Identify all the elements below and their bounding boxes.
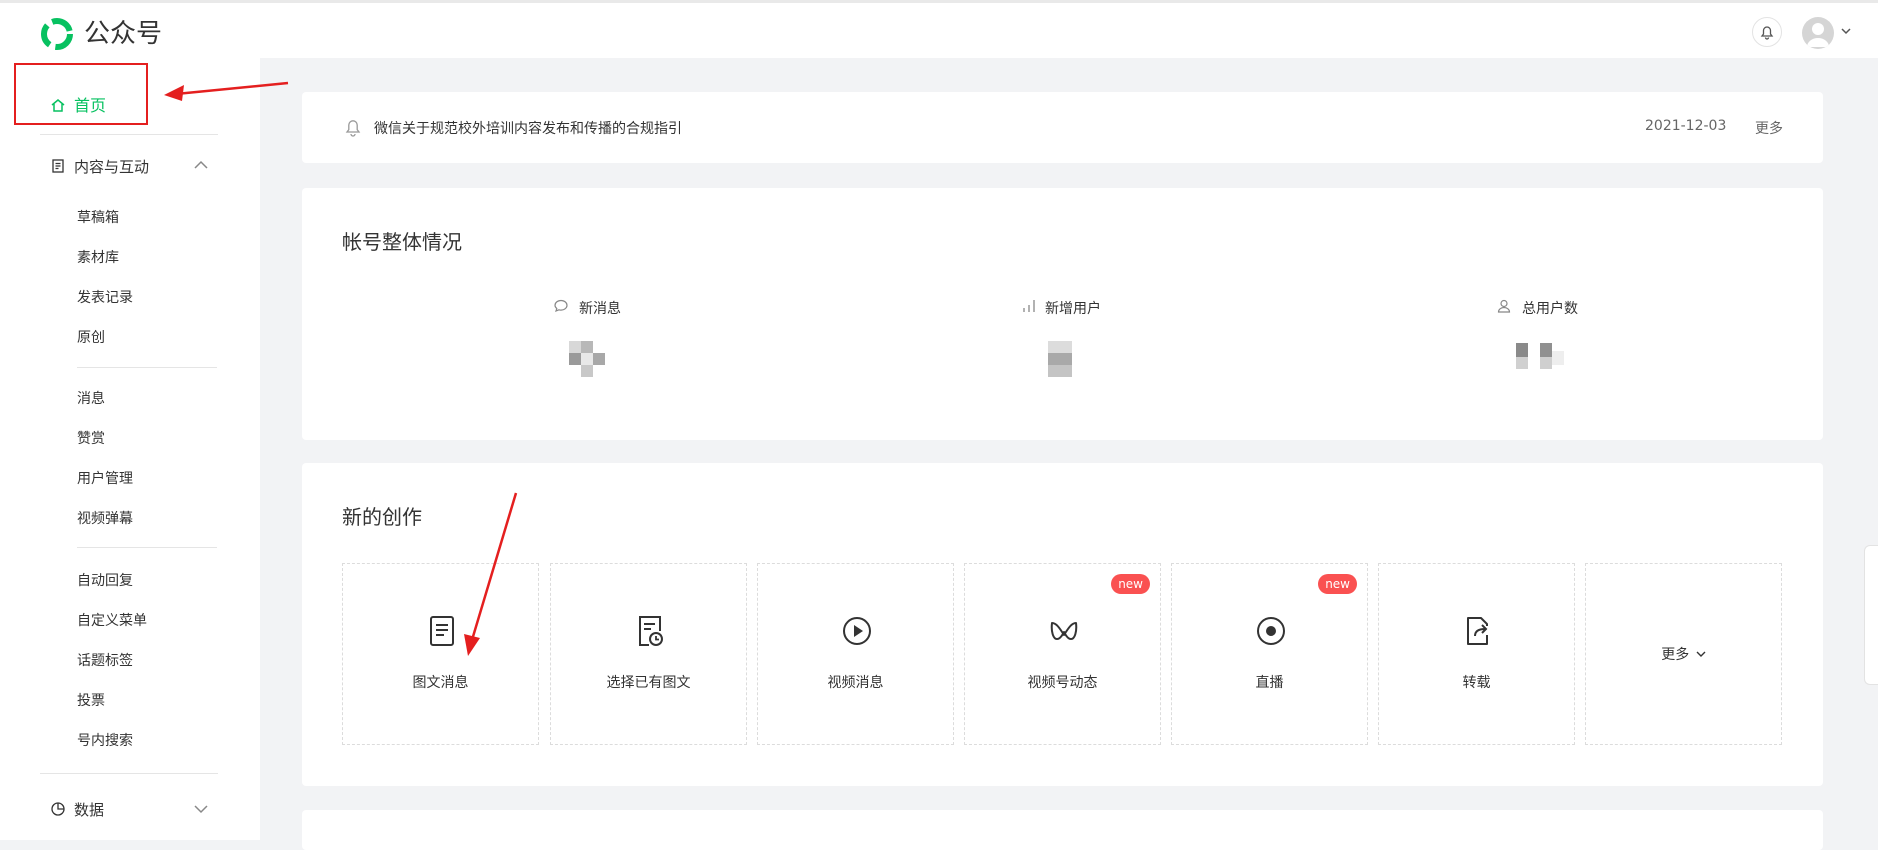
create-tile-repost[interactable]: 转载 — [1378, 563, 1575, 745]
sidebar-item-home[interactable]: 首页 — [50, 92, 106, 116]
more-label: 更多 — [1661, 647, 1690, 663]
sidebar-item-publish-records[interactable]: 发表记录 — [77, 287, 133, 307]
home-icon — [51, 99, 65, 112]
new-badge: new — [1318, 574, 1357, 594]
top-bar: 公众号 — [0, 0, 1878, 58]
sidebar-item-original[interactable]: 原创 — [77, 327, 105, 347]
divider — [40, 773, 218, 774]
bell-icon — [1760, 26, 1774, 40]
pie-chart-icon — [51, 802, 65, 816]
create-tile-live[interactable]: new 直播 — [1171, 563, 1368, 745]
stat-value-blurred — [1048, 341, 1072, 377]
tile-label: 转载 — [1462, 675, 1491, 691]
overview-title: 帐号整体情况 — [342, 230, 462, 254]
sidebar-item-label: 首页 — [74, 96, 107, 115]
sidebar-item-topic-tags[interactable]: 话题标签 — [77, 650, 133, 670]
tile-label: 选择已有图文 — [606, 675, 691, 691]
bell-icon — [345, 120, 361, 137]
chevron-down-icon — [1696, 651, 1706, 657]
next-card-partial — [302, 810, 1823, 850]
stat-label-new-messages: 新消息 — [579, 301, 621, 317]
sidebar-item-vote[interactable]: 投票 — [77, 690, 105, 710]
new-badge: new — [1111, 574, 1150, 594]
divider — [77, 367, 217, 368]
sidebar-item-in-account-search[interactable]: 号内搜索 — [77, 730, 133, 750]
document-icon — [52, 159, 64, 173]
play-circle-icon — [843, 617, 871, 645]
document-clock-icon — [639, 616, 663, 646]
notice-date: 2021-12-03 — [1645, 118, 1727, 134]
avatar[interactable] — [1802, 17, 1834, 49]
avatar-icon — [1807, 23, 1829, 47]
floating-side-tab[interactable] — [1864, 545, 1878, 685]
divider — [40, 134, 218, 135]
sidebar-item-rewards[interactable]: 赞赏 — [77, 428, 105, 448]
create-tile-more[interactable]: 更多 — [1585, 563, 1782, 745]
user-icon — [1497, 299, 1511, 313]
create-tile-select-existing[interactable]: 选择已有图文 — [550, 563, 747, 745]
repost-icon — [1467, 617, 1488, 645]
sidebar-item-auto-reply[interactable]: 自动回复 — [77, 570, 133, 590]
wechat-mp-logo-icon — [41, 18, 73, 50]
live-icon — [1257, 617, 1285, 645]
chevron-up-icon[interactable] — [193, 158, 209, 172]
sidebar-item-label: 数据 — [74, 801, 105, 819]
app-title: 公众号 — [84, 19, 163, 49]
notification-button[interactable] — [1752, 17, 1782, 47]
document-icon — [430, 616, 454, 646]
sidebar-section-content[interactable]: 内容与互动 — [50, 156, 149, 177]
chevron-down-icon[interactable] — [193, 802, 209, 816]
stat-label-total-users: 总用户数 — [1522, 301, 1578, 317]
stat-label-new-users: 新增用户 — [1045, 301, 1101, 317]
sidebar-item-custom-menu[interactable]: 自定义菜单 — [77, 610, 147, 630]
create-title: 新的创作 — [342, 505, 422, 529]
sidebar-item-user-management[interactable]: 用户管理 — [77, 468, 133, 488]
sidebar-item-materials[interactable]: 素材库 — [77, 247, 119, 267]
sidebar-section-data[interactable]: 数据 — [50, 799, 104, 820]
create-tile-channels[interactable]: new 视频号动态 — [964, 563, 1161, 745]
more-button[interactable]: 更多 — [1586, 644, 1781, 664]
chat-bubble-icon — [554, 299, 568, 313]
stat-value-blurred — [569, 341, 605, 377]
sidebar-item-drafts[interactable]: 草稿箱 — [77, 207, 119, 227]
divider — [77, 547, 217, 548]
chevron-down-icon[interactable] — [1840, 25, 1852, 37]
notice-more-link[interactable]: 更多 — [1755, 118, 1783, 138]
sidebar-item-label: 内容与互动 — [74, 158, 150, 176]
sidebar-item-messages[interactable]: 消息 — [77, 388, 105, 408]
tile-label: 视频号动态 — [1027, 675, 1098, 691]
notice-link[interactable]: 微信关于规范校外培训内容发布和传播的合规指引 — [374, 118, 682, 138]
channels-icon — [1050, 622, 1078, 640]
tile-label: 直播 — [1255, 675, 1284, 691]
bar-chart-icon — [1023, 300, 1035, 312]
create-tile-video[interactable]: 视频消息 — [757, 563, 954, 745]
tile-label: 视频消息 — [827, 675, 884, 691]
stat-value-blurred — [1516, 343, 1564, 369]
tile-label: 图文消息 — [412, 675, 469, 691]
sidebar-item-video-danmaku[interactable]: 视频弹幕 — [77, 508, 133, 528]
create-tile-article[interactable]: 图文消息 — [342, 563, 539, 745]
